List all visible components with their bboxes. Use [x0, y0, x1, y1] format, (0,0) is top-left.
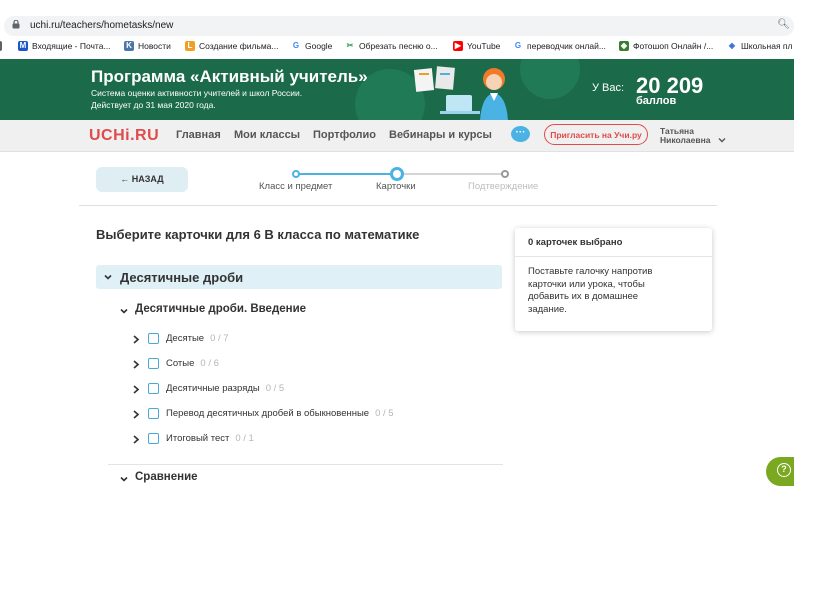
- back-button[interactable]: ← НАЗАД: [96, 167, 188, 192]
- bookmark-photoshop[interactable]: ◆ Фотошоп Онлайн /...: [619, 41, 713, 51]
- lesson-count: 0 / 1: [235, 433, 254, 444]
- bookmark-google[interactable]: G Google: [291, 41, 332, 51]
- bookmark-label: YouTube: [467, 41, 501, 51]
- zoom-icon[interactable]: 🔍︎: [777, 19, 790, 30]
- page-title: Выберите карточки для 6 В класса по мате…: [96, 227, 420, 242]
- bookmark-label: Новости: [138, 41, 171, 51]
- subtopic-title: Сравнение: [135, 471, 198, 483]
- site-navigation: UCHi.RU Главная Мои классы Портфолио Веб…: [0, 120, 794, 152]
- nav-item-portfolio[interactable]: Портфолио: [313, 129, 376, 141]
- youtube-icon: ▶: [453, 41, 463, 51]
- question-icon: ?: [777, 463, 791, 477]
- address-bar[interactable]: uchi.ru/teachers/hometasks/new 🔍︎: [4, 16, 794, 36]
- bookmark-news[interactable]: K Новости: [124, 41, 171, 51]
- chevron-right-icon[interactable]: [133, 385, 139, 394]
- lesson-checkbox[interactable]: [148, 358, 159, 369]
- bookmark-translator[interactable]: Gпереводчик онлай...: [513, 41, 606, 51]
- bookmark-apps[interactable]: [0, 41, 2, 51]
- nav-item-webinars[interactable]: Вебинары и курсы: [389, 129, 492, 141]
- selected-count: 0 карточек выбрано: [528, 237, 623, 248]
- url-text: uchi.ru/teachers/hometasks/new: [30, 20, 174, 31]
- bookmark-label: Входящие - Почта...: [32, 41, 111, 51]
- step-dot-current: [390, 167, 404, 181]
- help-button[interactable]: ?: [766, 457, 794, 486]
- lesson-label: Десятые: [166, 333, 205, 344]
- topic-section[interactable]: Десятичные дроби: [96, 265, 502, 289]
- lesson-checkbox[interactable]: [148, 333, 159, 344]
- chevron-right-icon[interactable]: [133, 435, 139, 444]
- card-divider: [515, 256, 712, 257]
- step-progress-line: [296, 173, 397, 175]
- nav-item-home[interactable]: Главная: [176, 129, 221, 141]
- lesson-checkbox[interactable]: [148, 383, 159, 394]
- bookmark-label: переводчик онлай...: [527, 41, 606, 51]
- lesson-checkbox[interactable]: [148, 408, 159, 419]
- bookmark-label: Создание фильма...: [199, 41, 279, 51]
- selection-summary-card: 0 карточек выбрано Поставьте галочку нап…: [515, 228, 712, 331]
- nav-item-my-classes[interactable]: Мои классы: [234, 129, 300, 141]
- subtopic-divider: [108, 464, 503, 465]
- chevron-down-icon: [718, 138, 726, 143]
- lesson-count: 0 / 5: [265, 383, 285, 394]
- step-dot-done: [292, 170, 300, 178]
- lock-icon: [12, 20, 20, 29]
- bookmark-youtube[interactable]: ▶ YouTube: [453, 41, 500, 51]
- chevron-down-icon: [104, 274, 112, 280]
- uchi-logo[interactable]: UCHi.RU: [89, 127, 159, 145]
- chevron-right-icon[interactable]: [133, 360, 139, 369]
- bookmark-mail[interactable]: M Входящие - Почта...: [18, 41, 111, 51]
- photoshop-icon: ◆: [619, 41, 629, 51]
- school-icon: ◈: [727, 41, 737, 51]
- bookmarks-bar: M Входящие - Почта... K Новости L Создание …: [0, 38, 794, 59]
- topic-title: Десятичные дроби: [120, 270, 244, 285]
- google-icon: G: [291, 41, 301, 51]
- step-dot-pending: [501, 170, 509, 178]
- bookmark-label: Обрезать песню о...: [359, 41, 438, 51]
- step-label-cards: Карточки: [376, 181, 416, 192]
- bookmark-school[interactable]: ◈ Школьная пл: [727, 41, 792, 51]
- lesson-label: Десятичные разряды: [166, 383, 260, 394]
- apps-icon: [0, 41, 2, 51]
- chat-icon[interactable]: ···: [511, 126, 530, 142]
- bookmark-label: Фотошоп Онлайн /...: [633, 41, 714, 51]
- lesson-label: Итоговый тест: [166, 433, 230, 444]
- user-last-name: Николаевна: [660, 135, 711, 145]
- lesson-count: 0 / 5: [375, 408, 394, 419]
- lesson-label: Сотые: [166, 358, 195, 369]
- teacher-illustration: [413, 66, 508, 120]
- google-icon: G: [513, 41, 523, 51]
- chevron-right-icon[interactable]: [133, 410, 139, 419]
- step-label-confirmation: Подтверждение: [468, 181, 539, 192]
- film-icon: L: [185, 41, 195, 51]
- lesson-count: 0 / 7: [210, 333, 229, 344]
- banner-subtitle-line1: Система оценки активности учителей и шко…: [91, 88, 303, 98]
- browser-toolbar: uchi.ru/teachers/hometasks/new 🔍︎: [0, 0, 794, 38]
- active-teacher-banner[interactable]: Программа «Активный учитель» Система оце…: [0, 59, 794, 120]
- bookmark-film[interactable]: L Создание фильма...: [185, 41, 278, 51]
- bookmark-label: Google: [305, 41, 333, 51]
- banner-subtitle-line2: Действует до 31 мая 2020 года.: [91, 100, 216, 110]
- subtopic-title: Десятичные дроби. Введение: [135, 303, 307, 315]
- scissors-icon: ✂: [345, 41, 355, 51]
- chevron-right-icon[interactable]: [133, 335, 139, 344]
- mail-icon: M: [18, 41, 28, 51]
- invite-button[interactable]: Пригласить на Учи.ру: [544, 124, 648, 145]
- user-menu[interactable]: Татьяна Николаевна: [660, 127, 726, 145]
- bookmark-label: Школьная пл: [741, 41, 793, 51]
- bookmark-cut-song[interactable]: ✂ Обрезать песню о...: [345, 41, 438, 51]
- header-divider: [79, 205, 717, 206]
- lesson-checkbox[interactable]: [148, 433, 159, 444]
- chevron-down-icon: [120, 308, 128, 314]
- lesson-label: Перевод десятичных дробей в обыкновенные: [166, 408, 370, 419]
- selection-hint: Поставьте галочку напротив карточки или …: [528, 266, 653, 315]
- vk-icon: K: [124, 41, 134, 51]
- chevron-down-icon: [120, 476, 128, 482]
- step-remaining-line: [397, 173, 505, 175]
- step-label-class-subject[interactable]: Класс и предмет: [259, 181, 332, 192]
- points-unit: баллов: [636, 95, 677, 107]
- lesson-count: 0 / 6: [200, 358, 219, 369]
- balance-label: У Вас:: [592, 82, 625, 94]
- banner-title: Программа «Активный учитель»: [91, 67, 368, 86]
